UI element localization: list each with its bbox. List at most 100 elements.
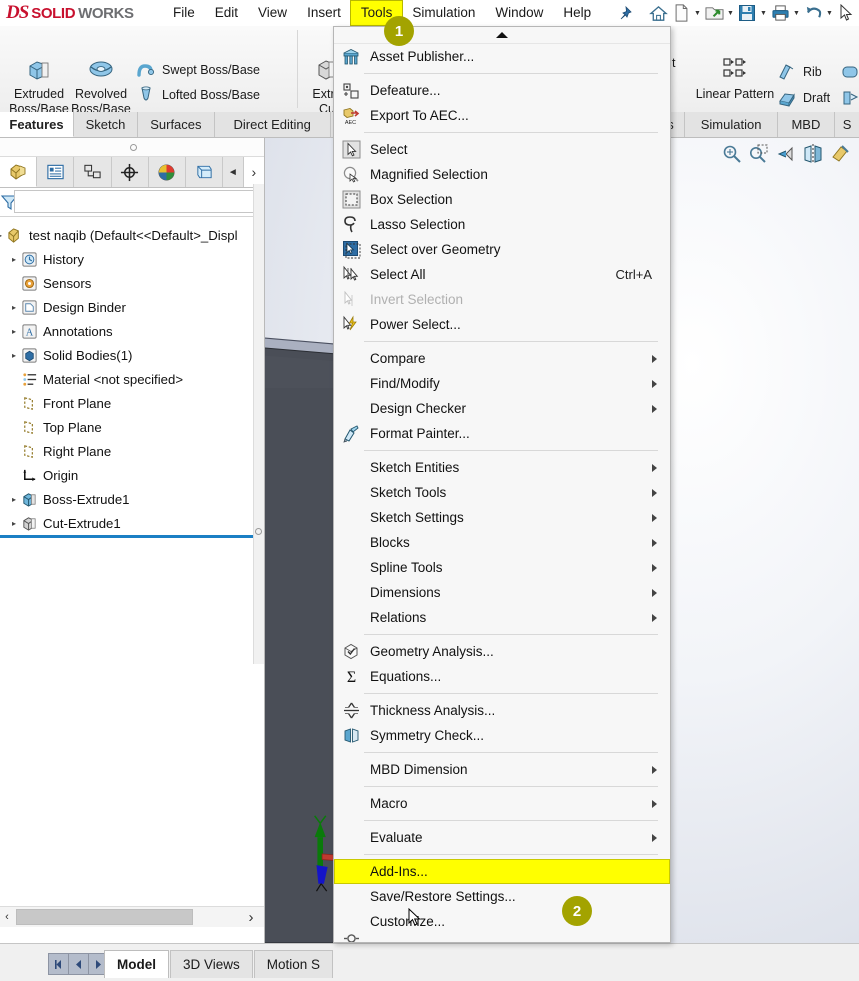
- home-icon[interactable]: [647, 2, 669, 24]
- new-document-caret[interactable]: ▼: [693, 2, 702, 24]
- print-caret[interactable]: ▼: [792, 2, 801, 24]
- tree-tab-next-button[interactable]: ›: [243, 157, 265, 187]
- boss-extrude1-expander[interactable]: ▸: [8, 495, 20, 504]
- solid-bodies-expander[interactable]: ▸: [8, 351, 20, 360]
- tab-s-partial[interactable]: S: [835, 112, 859, 137]
- dimxpert-manager-tab[interactable]: [111, 157, 149, 187]
- tree-item-sensors[interactable]: Sensors: [0, 271, 264, 295]
- tree-item-annotations[interactable]: ▸ A Annotations: [0, 319, 264, 343]
- revolved-boss-base-button[interactable]: Revolved Boss/Base: [64, 56, 138, 117]
- tab-mbd[interactable]: MBD: [777, 112, 836, 137]
- design-binder-expander[interactable]: ▸: [8, 303, 20, 312]
- menu-item-sketch-settings[interactable]: Sketch Settings: [334, 505, 670, 530]
- menu-item-options-partial[interactable]: [334, 934, 670, 942]
- tab-sketch[interactable]: Sketch: [74, 112, 138, 137]
- undo-icon[interactable]: [802, 2, 824, 24]
- tree-item-history[interactable]: ▸ History: [0, 247, 264, 271]
- undo-caret[interactable]: ▼: [825, 2, 834, 24]
- menu-item-add-ins[interactable]: Add-Ins...: [334, 859, 670, 884]
- open-folder-icon[interactable]: [703, 2, 725, 24]
- tree-item-solid-bodies[interactable]: ▸ Solid Bodies(1): [0, 343, 264, 367]
- menu-item-macro[interactable]: Macro: [334, 791, 670, 816]
- menu-item-customize[interactable]: Customize...: [334, 909, 670, 934]
- menu-item-dimensions[interactable]: Dimensions: [334, 580, 670, 605]
- menu-item-select-all[interactable]: Select All Ctrl+A: [334, 262, 670, 287]
- rib-button[interactable]: Rib: [777, 62, 822, 82]
- menu-item-relations[interactable]: Relations: [334, 605, 670, 630]
- tree-horizontal-scrollbar[interactable]: ‹ ›: [0, 906, 264, 927]
- tab-direct-editing[interactable]: Direct Editing: [214, 112, 331, 137]
- tree-tab-prev-button[interactable]: ◄: [223, 157, 244, 187]
- tab-3d-views[interactable]: 3D Views: [170, 950, 253, 978]
- draft-button[interactable]: Draft: [777, 88, 830, 108]
- menu-item-find-modify[interactable]: Find/Modify: [334, 371, 670, 396]
- previous-view-button[interactable]: [68, 953, 89, 975]
- menu-edit[interactable]: Edit: [205, 1, 248, 25]
- menu-item-magnified-selection[interactable]: Magnified Selection: [334, 162, 670, 187]
- property-manager-tab[interactable]: [37, 157, 75, 187]
- menu-item-geometry-analysis[interactable]: Geometry Analysis...: [334, 639, 670, 664]
- hscroll-right-arrow[interactable]: ›: [244, 909, 258, 926]
- panel-resize-dot[interactable]: [255, 528, 262, 535]
- tree-item-material[interactable]: Material <not specified>: [0, 367, 264, 391]
- tree-item-right-plane[interactable]: Right Plane: [0, 439, 264, 463]
- linear-pattern-button[interactable]: Linear Pattern: [689, 56, 781, 102]
- menu-view[interactable]: View: [248, 1, 297, 25]
- print-icon[interactable]: [769, 2, 791, 24]
- feature-manager-tab[interactable]: [0, 157, 38, 187]
- menu-item-compare[interactable]: Compare: [334, 346, 670, 371]
- history-expander[interactable]: ▸: [8, 255, 20, 264]
- menu-item-equations[interactable]: Σ Equations...: [334, 664, 670, 689]
- menu-item-save-restore-settings[interactable]: Save/Restore Settings...: [334, 884, 670, 909]
- tab-surfaces[interactable]: Surfaces: [138, 112, 215, 137]
- display-manager-tab[interactable]: [185, 157, 224, 187]
- hscroll-left-arrow[interactable]: ‹: [0, 911, 14, 923]
- menu-item-select[interactable]: Select: [334, 137, 670, 162]
- appearances-tab[interactable]: [148, 157, 186, 187]
- open-folder-caret[interactable]: ▼: [726, 2, 735, 24]
- menu-item-design-checker[interactable]: Design Checker: [334, 396, 670, 421]
- menu-window[interactable]: Window: [485, 1, 553, 25]
- menu-item-thickness-analysis[interactable]: Thickness Analysis...: [334, 698, 670, 723]
- menu-item-mbd-dimension[interactable]: MBD Dimension: [334, 757, 670, 782]
- menu-item-export-to-aec[interactable]: AEC Export To AEC...: [334, 103, 670, 128]
- menu-help[interactable]: Help: [553, 1, 601, 25]
- tree-item-origin[interactable]: Origin: [0, 463, 264, 487]
- menu-item-asset-publisher[interactable]: Asset Publisher...: [334, 44, 670, 69]
- tree-item-boss-extrude1[interactable]: ▸ Boss-Extrude1: [0, 487, 264, 511]
- menu-insert[interactable]: Insert: [297, 1, 351, 25]
- menu-item-select-over-geometry[interactable]: Select over Geometry: [334, 237, 670, 262]
- new-document-icon[interactable]: [670, 2, 692, 24]
- menu-item-power-select[interactable]: Power Select...: [334, 312, 670, 337]
- tree-vertical-scrollbar[interactable]: [253, 184, 264, 664]
- menu-item-box-selection[interactable]: Box Selection: [334, 187, 670, 212]
- tree-item-top-plane[interactable]: Top Plane: [0, 415, 264, 439]
- tree-item-design-binder[interactable]: ▸ Design Binder: [0, 295, 264, 319]
- menu-item-sketch-tools[interactable]: Sketch Tools: [334, 480, 670, 505]
- menu-item-defeature[interactable]: Defeature...: [334, 78, 670, 103]
- tab-simulation[interactable]: Simulation: [685, 112, 778, 137]
- menu-item-blocks[interactable]: Blocks: [334, 530, 670, 555]
- menu-file[interactable]: File: [163, 1, 205, 25]
- tree-item-cut-extrude1[interactable]: ▸ Cut-Extrude1: [0, 511, 264, 535]
- panel-grip[interactable]: [0, 138, 264, 157]
- menu-item-evaluate[interactable]: Evaluate: [334, 825, 670, 850]
- tree-root-item[interactable]: ▸ test naqib (Default<<Default>_Displ: [0, 223, 264, 247]
- save-caret[interactable]: ▼: [759, 2, 768, 24]
- menu-item-symmetry-check[interactable]: Symmetry Check...: [334, 723, 670, 748]
- wrap-icon[interactable]: [840, 62, 859, 85]
- menu-item-lasso-selection[interactable]: Lasso Selection: [334, 212, 670, 237]
- swept-boss-base-button[interactable]: Swept Boss/Base: [136, 60, 260, 80]
- first-view-button[interactable]: [48, 953, 69, 975]
- lofted-boss-base-button[interactable]: Lofted Boss/Base: [136, 85, 260, 105]
- pin-icon[interactable]: [615, 4, 635, 22]
- tab-motion-study[interactable]: Motion S: [253, 950, 334, 978]
- menu-item-format-painter[interactable]: Format Painter...: [334, 421, 670, 446]
- save-icon[interactable]: [736, 2, 758, 24]
- tree-item-front-plane[interactable]: Front Plane: [0, 391, 264, 415]
- hscroll-thumb[interactable]: [16, 909, 193, 925]
- tree-filter-input[interactable]: [14, 190, 260, 213]
- menu-item-spline-tools[interactable]: Spline Tools: [334, 555, 670, 580]
- select-pointer-icon[interactable]: [835, 2, 857, 24]
- intersect-icon[interactable]: [840, 88, 859, 111]
